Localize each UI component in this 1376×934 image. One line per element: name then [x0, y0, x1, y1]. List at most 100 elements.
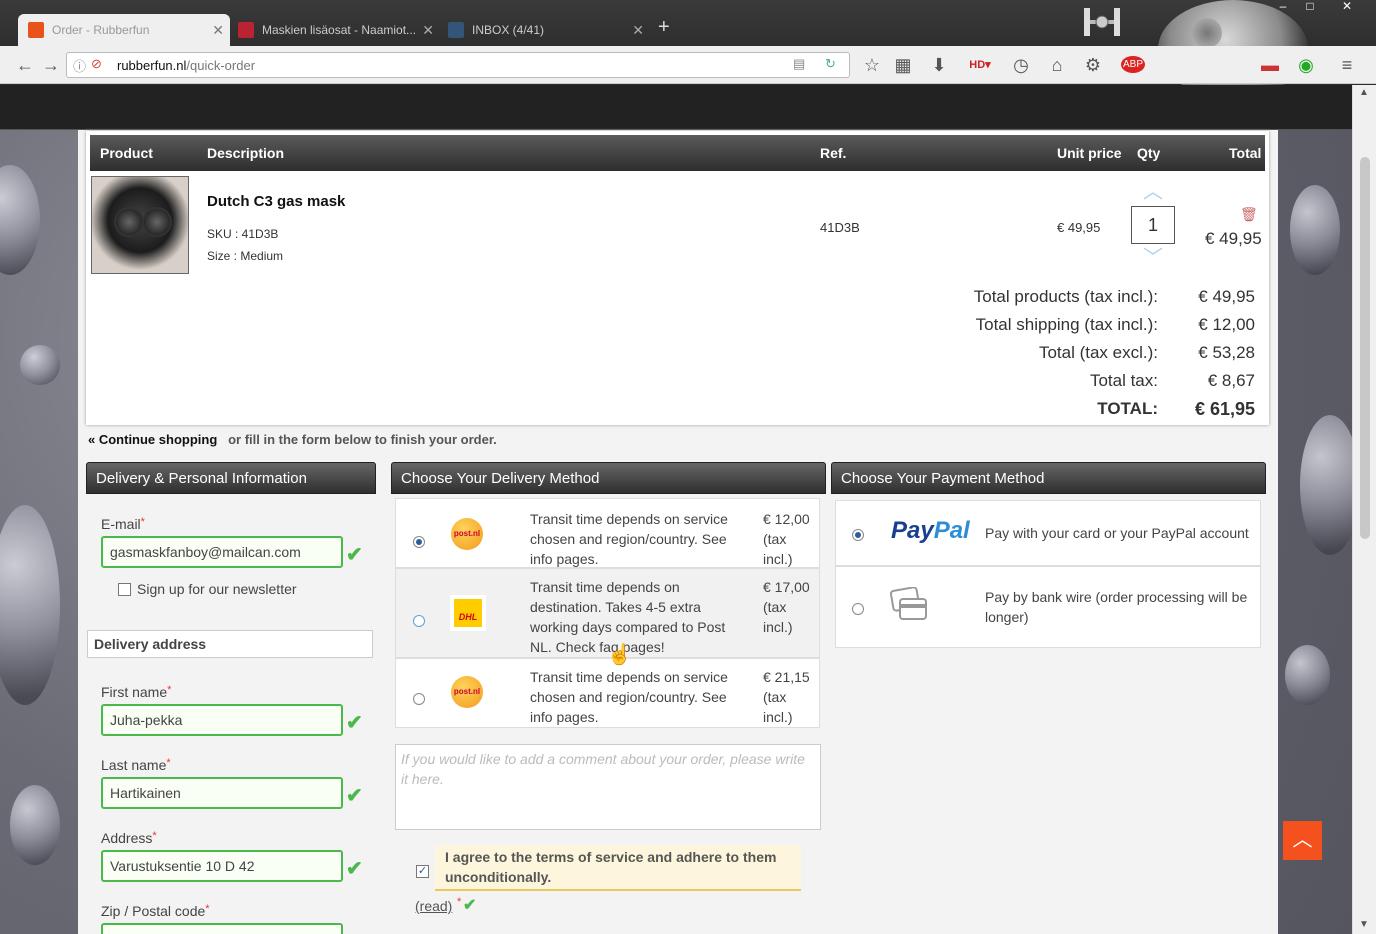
payment-method-panel: Choose Your Payment Method PayPal Pay wi…: [831, 462, 1266, 662]
tab-title: Maskien lisäosat - Naamiot...: [262, 23, 417, 37]
agree-terms-checkbox[interactable]: ✓: [416, 865, 429, 878]
required-mark: *: [140, 516, 145, 528]
postnl-logo-icon: post.nl: [451, 676, 483, 708]
zip-label-text: Zip / Postal code: [101, 903, 206, 919]
qty-input[interactable]: 1: [1131, 206, 1175, 244]
delivery-radio[interactable]: [413, 536, 425, 548]
col-ref: Ref.: [820, 145, 847, 161]
tab-maskien-lisaosat[interactable]: Maskien lisäosat - Naamiot... ✕: [228, 14, 440, 46]
reload-icon[interactable]: ↻: [825, 56, 836, 72]
newsletter-checkbox[interactable]: [118, 583, 131, 596]
order-comment-textarea[interactable]: If you would like to add a comment about…: [395, 744, 821, 830]
address-field[interactable]: Varustuksentie 10 D 42: [101, 850, 343, 882]
delivery-address-heading: Delivery address: [87, 630, 373, 658]
delivery-radio[interactable]: [413, 693, 425, 705]
delivery-radio[interactable]: [413, 615, 425, 627]
delivery-option-price: € 21,15 (tax incl.): [763, 667, 818, 727]
close-tab-icon[interactable]: ✕: [422, 14, 434, 46]
grammarly-icon[interactable]: ◉: [1295, 54, 1317, 76]
first-name-label-text: First name: [101, 684, 168, 700]
page-scrollbar[interactable]: ▲ ▼: [1352, 85, 1376, 934]
hd-icon[interactable]: HD▾: [966, 54, 994, 76]
product-ref: 41D3B: [820, 220, 860, 235]
delivery-option-postnl-2[interactable]: post.nl Transit time depends on service …: [395, 658, 820, 728]
address-bar[interactable]: ⓘ ⊘ rubberfun.nl/quick-order ▤ ↻: [66, 52, 850, 78]
summary-total-label: TOTAL:: [1097, 399, 1158, 418]
delivery-price-line: incl.): [763, 551, 793, 567]
payment-option-paypal[interactable]: PayPal Pay with your card or your PayPal…: [835, 500, 1261, 566]
delivery-method-title: Choose Your Delivery Method: [391, 462, 826, 494]
product-sku: SKU : 41D3B: [207, 227, 279, 241]
flag-extension-icon[interactable]: ▬: [1259, 54, 1281, 76]
reader-view-icon[interactable]: ▤: [793, 56, 805, 72]
payment-option-bankwire[interactable]: Pay by bank wire (order processing will …: [835, 566, 1261, 648]
product-image-gas-mask[interactable]: [91, 176, 189, 274]
delivery-price-line: (tax: [763, 599, 787, 615]
site-info-icon[interactable]: ⓘ: [73, 56, 86, 75]
continue-shopping-link[interactable]: « Continue shopping: [88, 432, 217, 447]
scroll-down-icon[interactable]: ▼: [1359, 919, 1369, 930]
adblock-icon[interactable]: ABP: [1118, 54, 1148, 76]
delivery-option-postnl[interactable]: post.nl Transit time depends on service …: [395, 498, 820, 568]
tab-order-rubberfun[interactable]: Order - Rubberfun ✕: [18, 14, 230, 46]
site-header-strip: [0, 85, 1352, 130]
qty-increase-icon[interactable]: ︿: [1138, 175, 1168, 204]
tab-inbox[interactable]: INBOX (4/41) ✕: [438, 14, 650, 46]
insecure-content-icon[interactable]: ⊘: [91, 56, 102, 72]
email-field[interactable]: gasmaskfanboy@mailcan.com: [101, 536, 343, 568]
url-text: rubberfun.nl/quick-order: [117, 58, 255, 73]
delete-item-icon[interactable]: 🗑: [1240, 206, 1258, 223]
maximize-button[interactable]: □: [1297, 0, 1323, 14]
newsletter-label: Sign up for our newsletter: [137, 581, 297, 597]
qty-decrease-icon[interactable]: ﹀: [1138, 241, 1168, 270]
last-name-label-text: Last name: [101, 757, 167, 773]
payment-radio[interactable]: [852, 603, 864, 615]
close-tab-icon[interactable]: ✕: [632, 14, 644, 46]
forward-arrow-icon[interactable]: →: [40, 54, 62, 76]
personal-info-panel: Delivery & Personal Information E-mail* …: [86, 462, 376, 934]
home-icon[interactable]: ⌂: [1046, 54, 1068, 76]
minimize-button[interactable]: –: [1270, 0, 1296, 14]
scroll-to-top-button[interactable]: ︿: [1283, 821, 1322, 860]
read-terms-link[interactable]: (read): [415, 898, 452, 914]
new-tab-button[interactable]: +: [658, 16, 670, 39]
water-drop-decoration: [0, 165, 40, 275]
required-mark: *: [205, 903, 210, 915]
bookmarks-list-icon[interactable]: ▦: [892, 54, 914, 76]
required-mark: *: [166, 757, 171, 769]
download-icon[interactable]: ⬇: [928, 54, 950, 76]
zip-field[interactable]: [101, 923, 343, 934]
address-label: Address*: [101, 830, 157, 846]
water-drop-decoration: [1285, 645, 1330, 705]
settings-icon[interactable]: ⚙: [1082, 54, 1104, 76]
first-name-field[interactable]: Juha-pekka: [101, 704, 343, 736]
paypal-logo-part: Pay: [891, 517, 934, 544]
summary-label: Total products (tax incl.):: [973, 287, 1158, 306]
close-tab-icon[interactable]: ✕: [212, 14, 224, 46]
address-label-text: Address: [101, 830, 153, 846]
col-product: Product: [100, 145, 153, 161]
scroll-up-icon[interactable]: ▲: [1359, 87, 1369, 98]
product-name[interactable]: Dutch C3 gas mask: [207, 193, 345, 210]
summary-label: Total shipping (tax incl.):: [975, 315, 1158, 334]
url-path: /quick-order: [186, 58, 256, 73]
delivery-option-text: Transit time depends on service chosen a…: [530, 669, 728, 725]
back-arrow-icon[interactable]: ←: [14, 54, 36, 76]
last-name-field[interactable]: Hartikainen: [101, 777, 343, 809]
payment-radio[interactable]: [852, 529, 864, 541]
cart-header-row: Product Description Ref. Unit price Qty …: [90, 135, 1265, 171]
summary-value: € 8,67: [1207, 371, 1255, 390]
continue-suffix: or fill in the form below to finish your…: [228, 432, 497, 447]
product-size: Size : Medium: [207, 249, 284, 263]
delivery-price-line: incl.): [763, 619, 793, 635]
menu-icon[interactable]: ≡: [1336, 54, 1358, 76]
site-favicon-icon: [238, 22, 254, 38]
water-drop-decoration: [0, 505, 60, 705]
scrollbar-thumb[interactable]: [1360, 157, 1370, 539]
bookmark-star-icon[interactable]: ☆: [861, 54, 883, 76]
valid-check-icon: ✔: [346, 712, 363, 734]
delivery-option-text: Transit time depends on service chosen a…: [530, 511, 728, 567]
close-window-button[interactable]: ✕: [1334, 0, 1360, 14]
history-icon[interactable]: ◷: [1010, 54, 1032, 76]
valid-check-icon: ✔: [346, 858, 363, 880]
